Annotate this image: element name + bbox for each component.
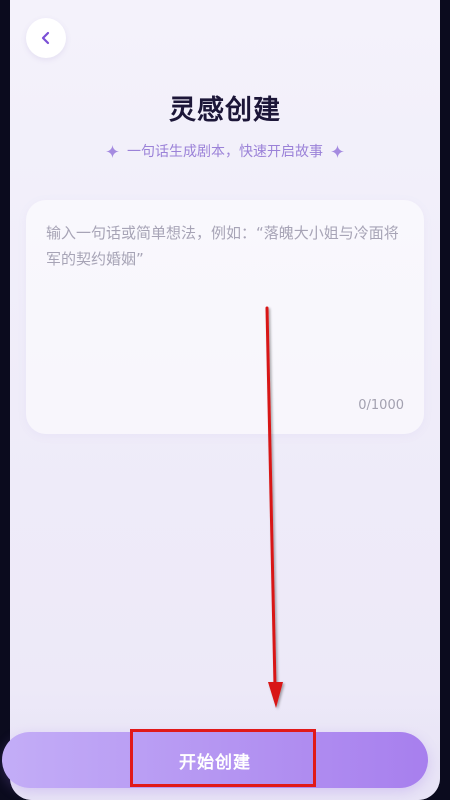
phone-frame: 灵感创建 一句话生成剧本，快速开启故事 0/1000 开始创建 bbox=[0, 0, 450, 800]
page-subtitle: 一句话生成剧本，快速开启故事 bbox=[127, 144, 323, 160]
idea-input-card: 0/1000 bbox=[26, 200, 424, 434]
sparkle-icon bbox=[331, 144, 344, 158]
character-counter: 0/1000 bbox=[358, 398, 404, 413]
back-button[interactable] bbox=[26, 18, 66, 58]
sparkle-icon bbox=[106, 144, 119, 158]
inspiration-create-page: 灵感创建 一句话生成剧本，快速开启故事 0/1000 bbox=[10, 0, 440, 800]
page-title: 灵感创建 bbox=[169, 95, 281, 126]
start-create-button[interactable]: 开始创建 bbox=[2, 732, 428, 788]
subtitle-row: 一句话生成剧本，快速开启故事 bbox=[10, 141, 440, 161]
chevron-left-icon bbox=[41, 31, 50, 45]
start-create-label: 开始创建 bbox=[179, 752, 251, 773]
idea-input[interactable] bbox=[46, 220, 404, 380]
